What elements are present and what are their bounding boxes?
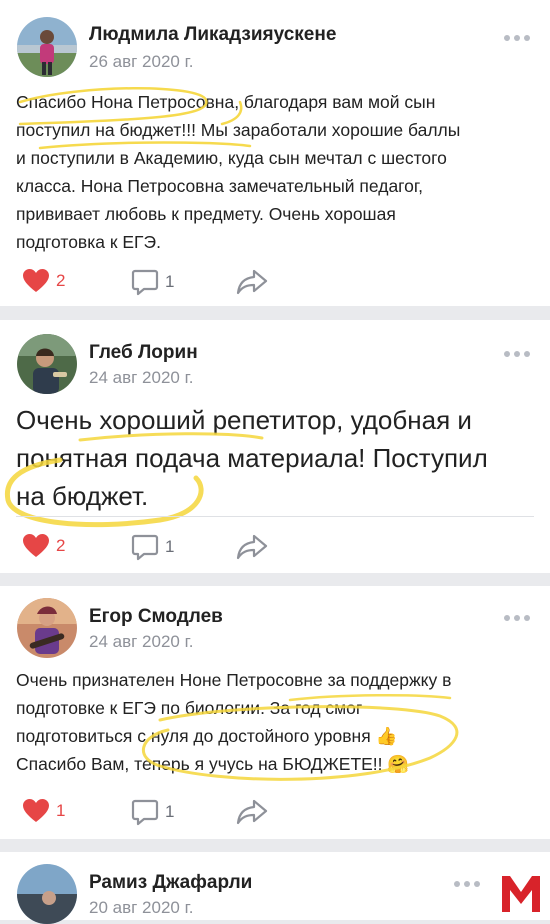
- post-text-line: Очень признателен Ноне Петросовне за под…: [16, 670, 452, 690]
- post-card: Людмила Ликадзияускене 26 авг 2020 г. Сп…: [0, 0, 550, 306]
- post-text: Спасибо Нона Петросовна, благодаря вам м…: [16, 88, 530, 256]
- post-text: Очень признателен Ноне Петросовне за под…: [16, 666, 530, 778]
- comment-icon: [131, 534, 159, 561]
- more-dots-icon[interactable]: [504, 350, 530, 358]
- post-text-line: Спасибо Вам, теперь я учусь на БЮДЖЕТЕ!!…: [16, 754, 410, 774]
- comment-count: 1: [165, 537, 175, 556]
- comment-count: 1: [165, 802, 175, 821]
- post-actions: 2 1: [0, 262, 550, 302]
- comment-button[interactable]: 1: [131, 798, 174, 826]
- avatar[interactable]: [17, 598, 77, 658]
- post-text-line: поступил на бюджет!!! Мы заработали хоро…: [16, 120, 461, 140]
- divider: [16, 516, 534, 517]
- heart-icon: [23, 799, 49, 822]
- post-text-line: понятная подача материала! Поступил: [16, 443, 488, 473]
- avatar[interactable]: [17, 864, 77, 924]
- comment-icon: [131, 269, 159, 296]
- share-button[interactable]: [236, 798, 268, 826]
- like-count: 1: [56, 801, 66, 820]
- share-button[interactable]: [236, 533, 268, 561]
- like-button[interactable]: 1: [22, 798, 65, 824]
- post-text-line: и поступили в Академию, куда сын мечтал …: [16, 148, 447, 168]
- share-icon: [236, 534, 268, 560]
- post-text-line: на бюджет.: [16, 481, 149, 511]
- post-date[interactable]: 24 авг 2020 г.: [89, 632, 193, 652]
- heart-icon: [23, 534, 49, 557]
- comment-count: 1: [165, 272, 175, 291]
- post-date[interactable]: 20 авг 2020 г.: [89, 898, 193, 918]
- post-text-line: Очень хороший репетитор, удобная и: [16, 405, 472, 435]
- post-card: Егор Смодлев 24 авг 2020 г. Очень призна…: [0, 586, 550, 839]
- avatar[interactable]: [17, 334, 77, 394]
- share-icon: [236, 799, 268, 825]
- post-author[interactable]: Глеб Лорин: [89, 342, 198, 364]
- post-text-line: прививает любовь к предмету. Очень хорош…: [16, 204, 396, 224]
- post-author[interactable]: Людмила Ликадзияускене: [89, 24, 336, 46]
- comment-button[interactable]: 1: [131, 268, 174, 296]
- post-author[interactable]: Рамиз Джафарли: [89, 872, 252, 894]
- post-text-line: подготовка к ЕГЭ.: [16, 232, 161, 252]
- post-actions: 1 1: [0, 792, 550, 832]
- post-date[interactable]: 26 авг 2020 г.: [89, 52, 193, 72]
- avatar[interactable]: [17, 17, 77, 77]
- like-count: 2: [56, 536, 66, 555]
- comment-icon: [131, 799, 159, 826]
- post-text-line: класса. Нона Петросовна замечательный пе…: [16, 176, 424, 196]
- post-text-line: подготовке к ЕГЭ по биологии. За год смо…: [16, 698, 363, 718]
- share-icon: [236, 269, 268, 295]
- like-button[interactable]: 2: [22, 533, 65, 559]
- post-date[interactable]: 24 авг 2020 г.: [89, 368, 193, 388]
- post-text-line: Спасибо Нона Петросовна, благодаря вам м…: [16, 92, 436, 112]
- more-dots-icon[interactable]: [454, 880, 480, 888]
- post-author[interactable]: Егор Смодлев: [89, 606, 223, 628]
- post-card: Глеб Лорин 24 авг 2020 г. Очень хороший …: [0, 320, 550, 573]
- like-button[interactable]: 2: [22, 268, 65, 294]
- like-count: 2: [56, 271, 66, 290]
- more-dots-icon[interactable]: [504, 34, 530, 42]
- heart-icon: [23, 269, 49, 292]
- logo-icon: [502, 876, 540, 912]
- post-text: Очень хороший репетитор, удобная и понят…: [16, 401, 530, 515]
- share-button[interactable]: [236, 268, 268, 296]
- comment-button[interactable]: 1: [131, 533, 174, 561]
- more-dots-icon[interactable]: [504, 614, 530, 622]
- post-actions: 2 1: [0, 527, 550, 567]
- post-card: Рамиз Джафарли 20 авг 2020 г.: [0, 852, 550, 924]
- post-text-line: подготовиться с нуля до достойного уровн…: [16, 726, 398, 746]
